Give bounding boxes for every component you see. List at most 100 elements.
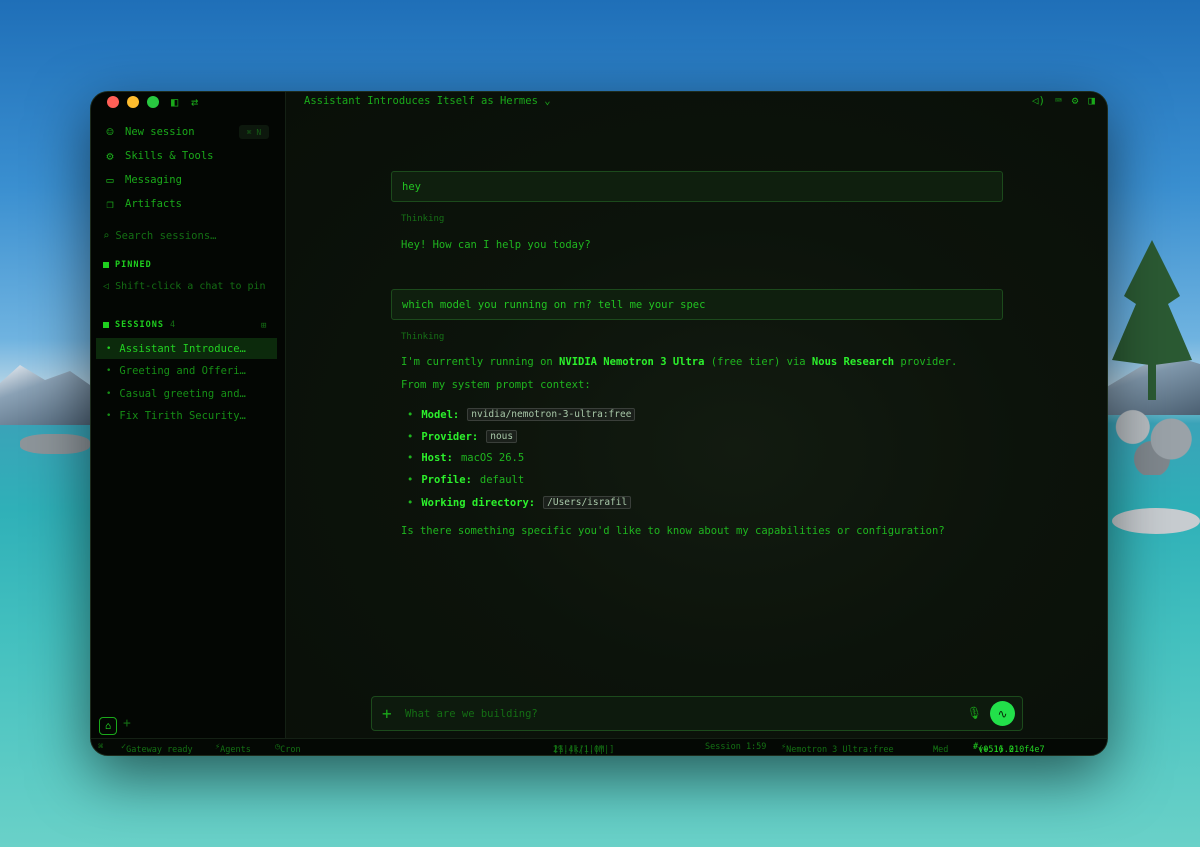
bullet-icon: • (407, 496, 414, 509)
thinking-toggle[interactable]: Thinking (401, 332, 444, 342)
chat-bubble-icon: ▭ (106, 173, 114, 187)
user-message: hey (391, 171, 1003, 202)
sessions-marker-icon (103, 322, 109, 328)
version-extra: (+51) 210f4e7 (978, 745, 1045, 755)
sessions-heading-label: SESSIONS (115, 320, 164, 330)
pin-hint-icon: ◁ (103, 281, 110, 292)
session-item-label: Assistant Introduce… (119, 342, 246, 355)
status-bar: ⌘ ✓ Gateway ready ⚡ Agents ◷ Cron 17.4k/… (91, 738, 1107, 755)
conversation-title[interactable]: Assistant Introduces Itself as Hermes ⌄ (304, 95, 551, 107)
reply-model: NVIDIA Nemotron 3 Ultra (559, 356, 705, 368)
backdrop-rock (1112, 508, 1200, 534)
new-folder-icon[interactable]: ⊞ (261, 321, 266, 331)
send-button[interactable]: ∿ (990, 701, 1015, 726)
spec-label: Host: (421, 452, 453, 464)
agents-button[interactable]: ⚡ Agents (215, 742, 251, 755)
speaker-icon[interactable]: ◁) (1032, 94, 1045, 107)
gateway-status-text: Gateway ready (126, 745, 193, 755)
session-search[interactable]: ⌕ Search sessions… (103, 230, 216, 242)
session-item[interactable]: • Fix Tirith Security… (96, 405, 277, 426)
cron-label: Cron (280, 745, 301, 755)
skills-icon: ⚙ (106, 149, 114, 163)
nav-messaging[interactable]: ▭ Messaging (103, 170, 182, 190)
sidebar-toggle-icon[interactable]: ◧ (171, 95, 178, 109)
header-actions: ◁) ⌨ ⚙ ◨ (1032, 94, 1095, 107)
sidebar: ◧ ⇄ ☺ New session ⌘ N ⚙ Skills & Tools ▭… (91, 92, 286, 740)
session-item[interactable]: • Assistant Introduce… (96, 338, 277, 359)
bullet-icon: • (407, 452, 414, 464)
attach-plus-icon[interactable]: + (382, 704, 392, 723)
app-window: ◧ ⇄ ☺ New session ⌘ N ⚙ Skills & Tools ▭… (90, 91, 1108, 756)
effort-label: Med (933, 745, 949, 755)
reply-closing: Is there something specific you'd like t… (401, 525, 945, 537)
swap-icon[interactable]: ⇄ (191, 95, 198, 109)
reply-text: (free tier) via (704, 356, 812, 368)
session-item-label: Casual greeting and… (119, 387, 246, 400)
pin-hint: ◁ Shift-click a chat to pin (103, 281, 266, 292)
reply-text: I'm currently running on (401, 356, 560, 368)
message-composer[interactable]: + What are we building? 🎙 ∿ (371, 696, 1023, 731)
session-bullet-icon: • (106, 365, 112, 376)
assistant-message: I'm currently running on NVIDIA Nemotron… (401, 356, 957, 368)
reply-text: provider. (894, 356, 958, 368)
pinned-marker-icon (103, 262, 109, 268)
cron-button[interactable]: ◷ Cron (275, 742, 301, 755)
pinned-heading-label: PINNED (115, 260, 152, 270)
sessions-count: 4 (169, 320, 177, 330)
spec-label: Profile: (421, 474, 472, 486)
message-input[interactable]: What are we building? (405, 708, 538, 720)
session-timer: Session 1:59 (705, 742, 767, 752)
spec-value: default (479, 474, 525, 486)
session-item[interactable]: • Casual greeting and… (96, 383, 277, 404)
bullet-icon: • (407, 474, 414, 486)
spec-item: • Model: nvidia/nemotron-3-ultra:free (407, 408, 636, 421)
keyboard-icon[interactable]: ⌨ (1055, 94, 1062, 107)
spec-label: Model: (421, 408, 460, 421)
search-input[interactable]: Search sessions… (115, 230, 216, 242)
backdrop-rocks-right (1104, 395, 1200, 475)
model-selector[interactable]: ⚡ Nemotron 3 Ultra:free (781, 742, 894, 755)
reply-provider: Nous Research (811, 356, 895, 368)
token-percent: 2% (553, 745, 564, 755)
nav-artifacts-label: Artifacts (125, 198, 182, 210)
bullet-icon: • (407, 430, 414, 443)
session-bullet-icon: • (106, 410, 112, 421)
effort-selector[interactable]: Med ⌄ (933, 742, 948, 755)
pinned-heading: PINNED (103, 260, 152, 270)
spec-item: • Working directory: /Users/israfil (407, 496, 632, 509)
bullet-icon: • (407, 408, 414, 421)
backdrop-rocks-left (20, 434, 90, 454)
close-window-button[interactable] (107, 96, 119, 108)
gateway-status[interactable]: ✓ Gateway ready (121, 742, 193, 755)
spec-item: • Host: macOS 26.5 (407, 452, 524, 464)
nav-artifacts[interactable]: ❐ Artifacts (103, 194, 182, 214)
nav-new-session[interactable]: ☺ New session (103, 122, 194, 142)
pin-hint-text: Shift-click a chat to pin (115, 281, 266, 292)
home-button[interactable]: ⌂ (99, 717, 117, 735)
sessions-heading: SESSIONS 4 (103, 320, 176, 330)
minimize-window-button[interactable] (127, 96, 139, 108)
new-session-shortcut: ⌘ N (239, 125, 269, 139)
chevron-down-icon: ⌄ (544, 95, 551, 107)
spec-label: Provider: (421, 430, 479, 443)
search-icon: ⌕ (103, 230, 110, 242)
spec-value: nous (486, 430, 518, 443)
zoom-window-button[interactable] (147, 96, 159, 108)
new-tab-button[interactable]: + (123, 716, 131, 731)
gear-icon[interactable]: ⚙ (1072, 94, 1079, 107)
thinking-toggle[interactable]: Thinking (401, 214, 444, 224)
command-icon[interactable]: ⌘ (98, 742, 103, 752)
conversation-title-text: Assistant Introduces Itself as Hermes (304, 95, 538, 107)
chat-panel: Assistant Introduces Itself as Hermes ⌄ … (286, 92, 1107, 740)
spec-value: nvidia/nemotron-3-ultra:free (467, 408, 636, 421)
agents-label: Agents (220, 745, 251, 755)
reply-paragraph: From my system prompt context: (401, 379, 591, 391)
microphone-icon[interactable]: 🎙 (967, 706, 982, 720)
session-item[interactable]: • Greeting and Offeri… (96, 360, 277, 381)
nav-skills-tools[interactable]: ⚙ Skills & Tools (103, 146, 213, 166)
assistant-message: Hey! How can I help you today? (401, 239, 591, 251)
session-item-label: Fix Tirith Security… (119, 409, 246, 422)
waveform-icon: ∿ (997, 706, 1008, 721)
spec-label: Working directory: (421, 496, 536, 509)
panel-toggle-icon[interactable]: ◨ (1088, 94, 1095, 107)
